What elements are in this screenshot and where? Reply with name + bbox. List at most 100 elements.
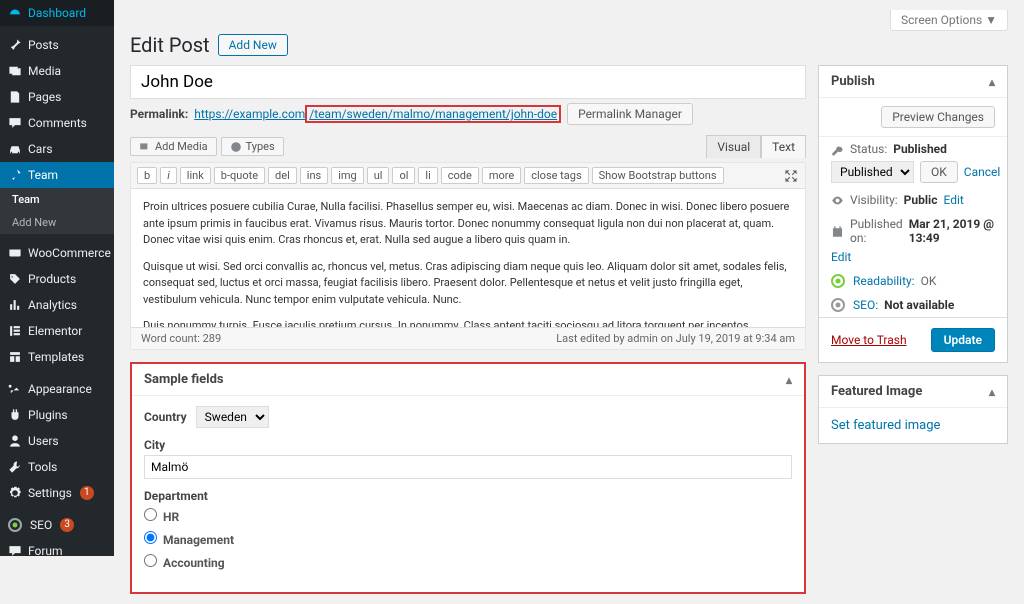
chart-icon: [8, 298, 22, 312]
permalink-url[interactable]: https://example.com/team/sweden/malmo/ma…: [194, 105, 561, 123]
pin-icon: [8, 38, 22, 52]
qt-del[interactable]: del: [268, 167, 297, 184]
user-icon: [8, 434, 22, 448]
qt-link[interactable]: link: [180, 167, 211, 184]
qt-b[interactable]: b: [137, 167, 157, 184]
qt-img[interactable]: img: [331, 167, 364, 184]
elementor-icon: [8, 324, 22, 338]
media-icon: [139, 141, 151, 153]
seo-row: SEO: Not available: [819, 293, 1007, 317]
date-edit-link[interactable]: Edit: [831, 250, 851, 264]
screen-options-toggle[interactable]: Screen Options ▼: [890, 10, 1008, 31]
types-icon: [230, 141, 242, 153]
sidebar-item-pages[interactable]: Pages: [0, 84, 114, 110]
calendar-icon: [831, 225, 844, 238]
status-row: Status: Published: [819, 137, 1007, 161]
word-count: Word count: 289: [141, 332, 221, 345]
sidebar-item-forum[interactable]: Forum: [0, 538, 114, 556]
sidebar-item-elementor[interactable]: Elementor: [0, 318, 114, 344]
sidebar-item-comments[interactable]: Comments: [0, 110, 114, 136]
status-ok-button[interactable]: OK: [920, 161, 958, 183]
update-button[interactable]: Update: [931, 328, 995, 352]
collapse-icon: ▴: [786, 373, 792, 387]
department-radio-accounting[interactable]: Accounting: [144, 552, 786, 572]
sidebar-item-users[interactable]: Users: [0, 428, 114, 454]
types-button[interactable]: Types: [221, 137, 284, 156]
fullscreen-icon[interactable]: [783, 168, 799, 184]
status-select[interactable]: Published: [831, 161, 914, 183]
visibility-row: Visibility: Public Edit: [819, 188, 1007, 212]
readability-row: Readability: OK: [819, 269, 1007, 293]
dashboard-icon: [8, 6, 22, 20]
qt-bquote[interactable]: b-quote: [214, 167, 265, 184]
sidebar-item-media[interactable]: Media: [0, 58, 114, 84]
publish-header[interactable]: Publish▴: [819, 66, 1007, 98]
country-select[interactable]: Sweden: [196, 406, 269, 428]
permalink-manager-button[interactable]: Permalink Manager: [567, 103, 693, 125]
car-icon: [8, 142, 22, 156]
seo-badge: 3: [60, 518, 74, 532]
city-input[interactable]: [144, 455, 792, 479]
template-icon: [8, 350, 22, 364]
permalink-row: Permalink: https://example.com/team/swed…: [130, 103, 806, 125]
qt-li[interactable]: li: [418, 167, 437, 184]
status-cancel-link[interactable]: Cancel: [964, 165, 1001, 179]
editor-tab-visual[interactable]: Visual: [706, 135, 761, 158]
qt-bootstrap[interactable]: Show Bootstrap buttons: [592, 167, 724, 184]
qt-code[interactable]: code: [441, 167, 479, 184]
page-icon: [8, 90, 22, 104]
collapse-icon: ▴: [989, 75, 995, 89]
sidebar-item-woocommerce[interactable]: WooCommerce: [0, 240, 114, 266]
qt-ol[interactable]: ol: [392, 167, 415, 184]
move-to-trash-link[interactable]: Move to Trash: [831, 333, 907, 347]
sidebar-item-tools[interactable]: Tools: [0, 454, 114, 480]
sidebar-item-seo[interactable]: SEO3: [0, 512, 114, 538]
preview-changes-button[interactable]: Preview Changes: [881, 106, 995, 128]
quicktags-toolbar: b i link b-quote del ins img ul ol li co…: [131, 163, 805, 189]
sidebar-item-analytics[interactable]: Analytics: [0, 292, 114, 318]
qt-i[interactable]: i: [160, 167, 177, 184]
sidebar-item-appearance[interactable]: Appearance: [0, 376, 114, 402]
appearance-icon: [8, 382, 22, 396]
pin-icon: [8, 168, 22, 182]
sidebar-item-team[interactable]: Team: [0, 162, 114, 188]
visibility-edit-link[interactable]: Edit: [943, 193, 963, 207]
department-label: Department: [144, 489, 786, 503]
post-title-input[interactable]: [130, 65, 806, 99]
editor-tab-text[interactable]: Text: [761, 135, 806, 158]
yoast-seo-icon: [831, 298, 845, 312]
qt-ins[interactable]: ins: [300, 167, 328, 184]
sidebar-item-cars[interactable]: Cars: [0, 136, 114, 162]
qt-ul[interactable]: ul: [367, 167, 390, 184]
admin-sidebar: Dashboard Posts Media Pages Comments Car…: [0, 0, 114, 556]
editor: b i link b-quote del ins img ul ol li co…: [130, 162, 806, 350]
set-featured-image-link[interactable]: Set featured image: [831, 418, 940, 433]
settings-badge: 1: [80, 486, 94, 500]
sidebar-item-settings[interactable]: Settings1: [0, 480, 114, 506]
forum-icon: [8, 544, 22, 556]
department-radio-hr[interactable]: HR: [144, 506, 786, 526]
media-icon: [8, 64, 22, 78]
department-radio-management[interactable]: Management: [144, 529, 786, 549]
yoast-icon: [8, 518, 22, 532]
woocommerce-icon: [8, 246, 22, 260]
sample-fields-header[interactable]: Sample fields▴: [132, 364, 804, 396]
add-new-button[interactable]: Add New: [218, 34, 288, 56]
last-edited: Last edited by admin on July 19, 2019 at…: [556, 332, 795, 345]
sidebar-sub-team[interactable]: Team: [0, 188, 114, 211]
sidebar-item-templates[interactable]: Templates: [0, 344, 114, 370]
qt-closetags[interactable]: close tags: [524, 167, 588, 184]
sidebar-item-products[interactable]: Products: [0, 266, 114, 292]
seo-link[interactable]: SEO:: [853, 298, 878, 312]
eye-icon: [831, 194, 844, 207]
sidebar-item-plugins[interactable]: Plugins: [0, 402, 114, 428]
sidebar-item-posts[interactable]: Posts: [0, 32, 114, 58]
editor-textarea[interactable]: Proin ultrices posuere cubilia Curae, Nu…: [131, 189, 805, 327]
add-media-button[interactable]: Add Media: [130, 137, 217, 156]
readability-link[interactable]: Readability:: [853, 274, 915, 288]
sidebar-sub-add-new[interactable]: Add New: [0, 211, 114, 234]
featured-image-header[interactable]: Featured Image▴: [819, 376, 1007, 408]
qt-more[interactable]: more: [482, 167, 521, 184]
country-label: Country: [144, 410, 187, 424]
sidebar-item-dashboard[interactable]: Dashboard: [0, 0, 114, 26]
